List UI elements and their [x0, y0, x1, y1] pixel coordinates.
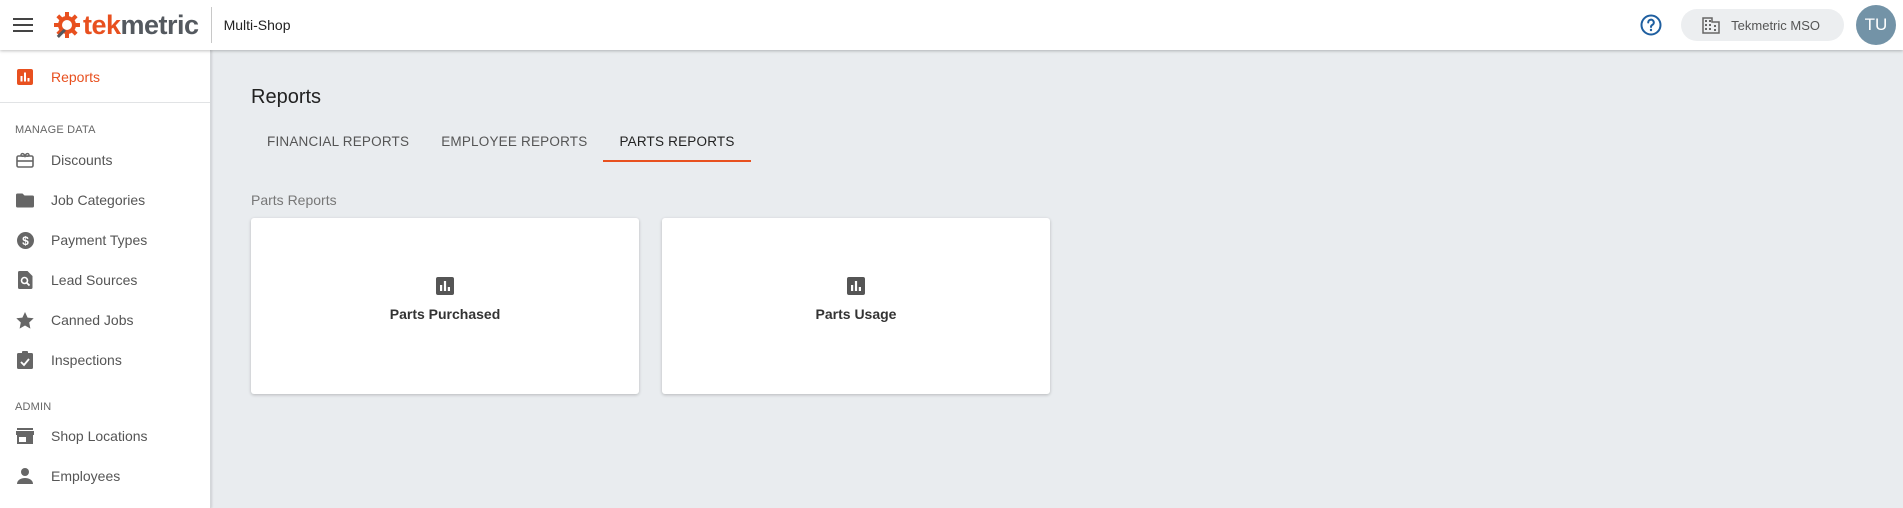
sidebar-item-label: Canned Jobs — [51, 312, 134, 328]
sidebar-section-heading: MANAGE DATA — [15, 124, 96, 136]
sidebar-item-label: Lead Sources — [51, 272, 138, 288]
sidebar-item-employees[interactable]: Employees — [0, 456, 210, 496]
logo-wordmark: tekmetric — [83, 9, 199, 40]
report-tabs: FINANCIAL REPORTS EMPLOYEE REPORTS PARTS… — [251, 120, 751, 162]
sidebar-item-canned-jobs[interactable]: Canned Jobs — [0, 300, 210, 340]
top-app-bar: tekmetric Multi-Shop Tekmetric MSO TU — [0, 0, 1903, 50]
tab-employee-reports[interactable]: EMPLOYEE REPORTS — [425, 120, 603, 162]
sidebar-item-label: Discounts — [51, 152, 113, 168]
sidebar-divider — [0, 102, 210, 103]
sidebar-item-job-categories[interactable]: Job Categories — [0, 180, 210, 220]
report-card-parts-purchased[interactable]: Parts Purchased — [251, 218, 639, 394]
gear-wrench-logo-icon — [54, 12, 80, 38]
sidebar: Reports MANAGE DATA Discounts Job Catego… — [0, 50, 211, 508]
menu-icon[interactable] — [11, 13, 35, 37]
clipboard-check-icon — [16, 351, 34, 369]
sidebar-item-discounts[interactable]: Discounts — [0, 140, 210, 180]
tab-financial-reports[interactable]: FINANCIAL REPORTS — [251, 120, 425, 162]
sidebar-item-label: Shop Locations — [51, 428, 148, 444]
store-icon — [16, 427, 34, 445]
bar-chart-icon — [16, 68, 34, 86]
person-icon — [16, 467, 34, 485]
dollar-circle-icon: $ — [16, 231, 34, 249]
star-icon — [16, 311, 34, 329]
search-document-icon — [16, 271, 34, 289]
bar-chart-icon — [847, 277, 865, 295]
sidebar-item-label: Reports — [51, 69, 101, 85]
card-title: Parts Purchased — [389, 306, 501, 322]
sidebar-section-heading: ADMIN — [15, 401, 52, 413]
sidebar-item-inspections[interactable]: Inspections — [0, 340, 210, 380]
gift-card-icon — [16, 151, 34, 169]
folder-icon — [16, 191, 34, 209]
header-divider — [210, 7, 212, 43]
building-icon — [1702, 17, 1720, 34]
sidebar-item-lead-sources[interactable]: Lead Sources — [0, 260, 210, 300]
help-icon[interactable] — [1639, 13, 1663, 37]
section-label: Parts Reports — [251, 192, 337, 208]
shop-selector-button[interactable]: Tekmetric MSO — [1681, 9, 1844, 41]
sidebar-item-label: Inspections — [51, 352, 122, 368]
shop-mode-label: Multi-Shop — [223, 17, 291, 33]
user-avatar[interactable]: TU — [1856, 5, 1896, 45]
tekmetric-logo[interactable]: tekmetric — [52, 0, 199, 50]
sidebar-item-label: Job Categories — [51, 192, 146, 208]
tab-parts-reports[interactable]: PARTS REPORTS — [603, 120, 751, 162]
svg-text:$: $ — [22, 234, 29, 248]
report-card-parts-usage[interactable]: Parts Usage — [662, 218, 1050, 394]
sidebar-item-label: Payment Types — [51, 232, 148, 248]
sidebar-item-shop-locations[interactable]: Shop Locations — [0, 416, 210, 456]
sidebar-item-label: Employees — [51, 468, 121, 484]
sidebar-item-reports[interactable]: Reports — [0, 57, 210, 97]
card-title: Parts Usage — [815, 306, 897, 322]
main-content: Reports FINANCIAL REPORTS EMPLOYEE REPOR… — [212, 50, 1903, 508]
sidebar-item-payment-types[interactable]: $ Payment Types — [0, 220, 210, 260]
shop-selector-label: Tekmetric MSO — [1731, 17, 1820, 33]
bar-chart-icon — [436, 277, 454, 295]
page-title: Reports — [251, 86, 322, 108]
